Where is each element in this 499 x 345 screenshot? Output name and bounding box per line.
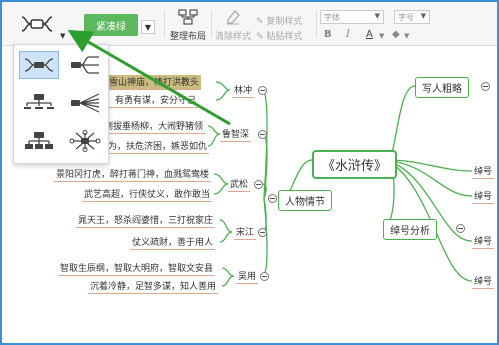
annotation-arrow — [67, 29, 231, 126]
